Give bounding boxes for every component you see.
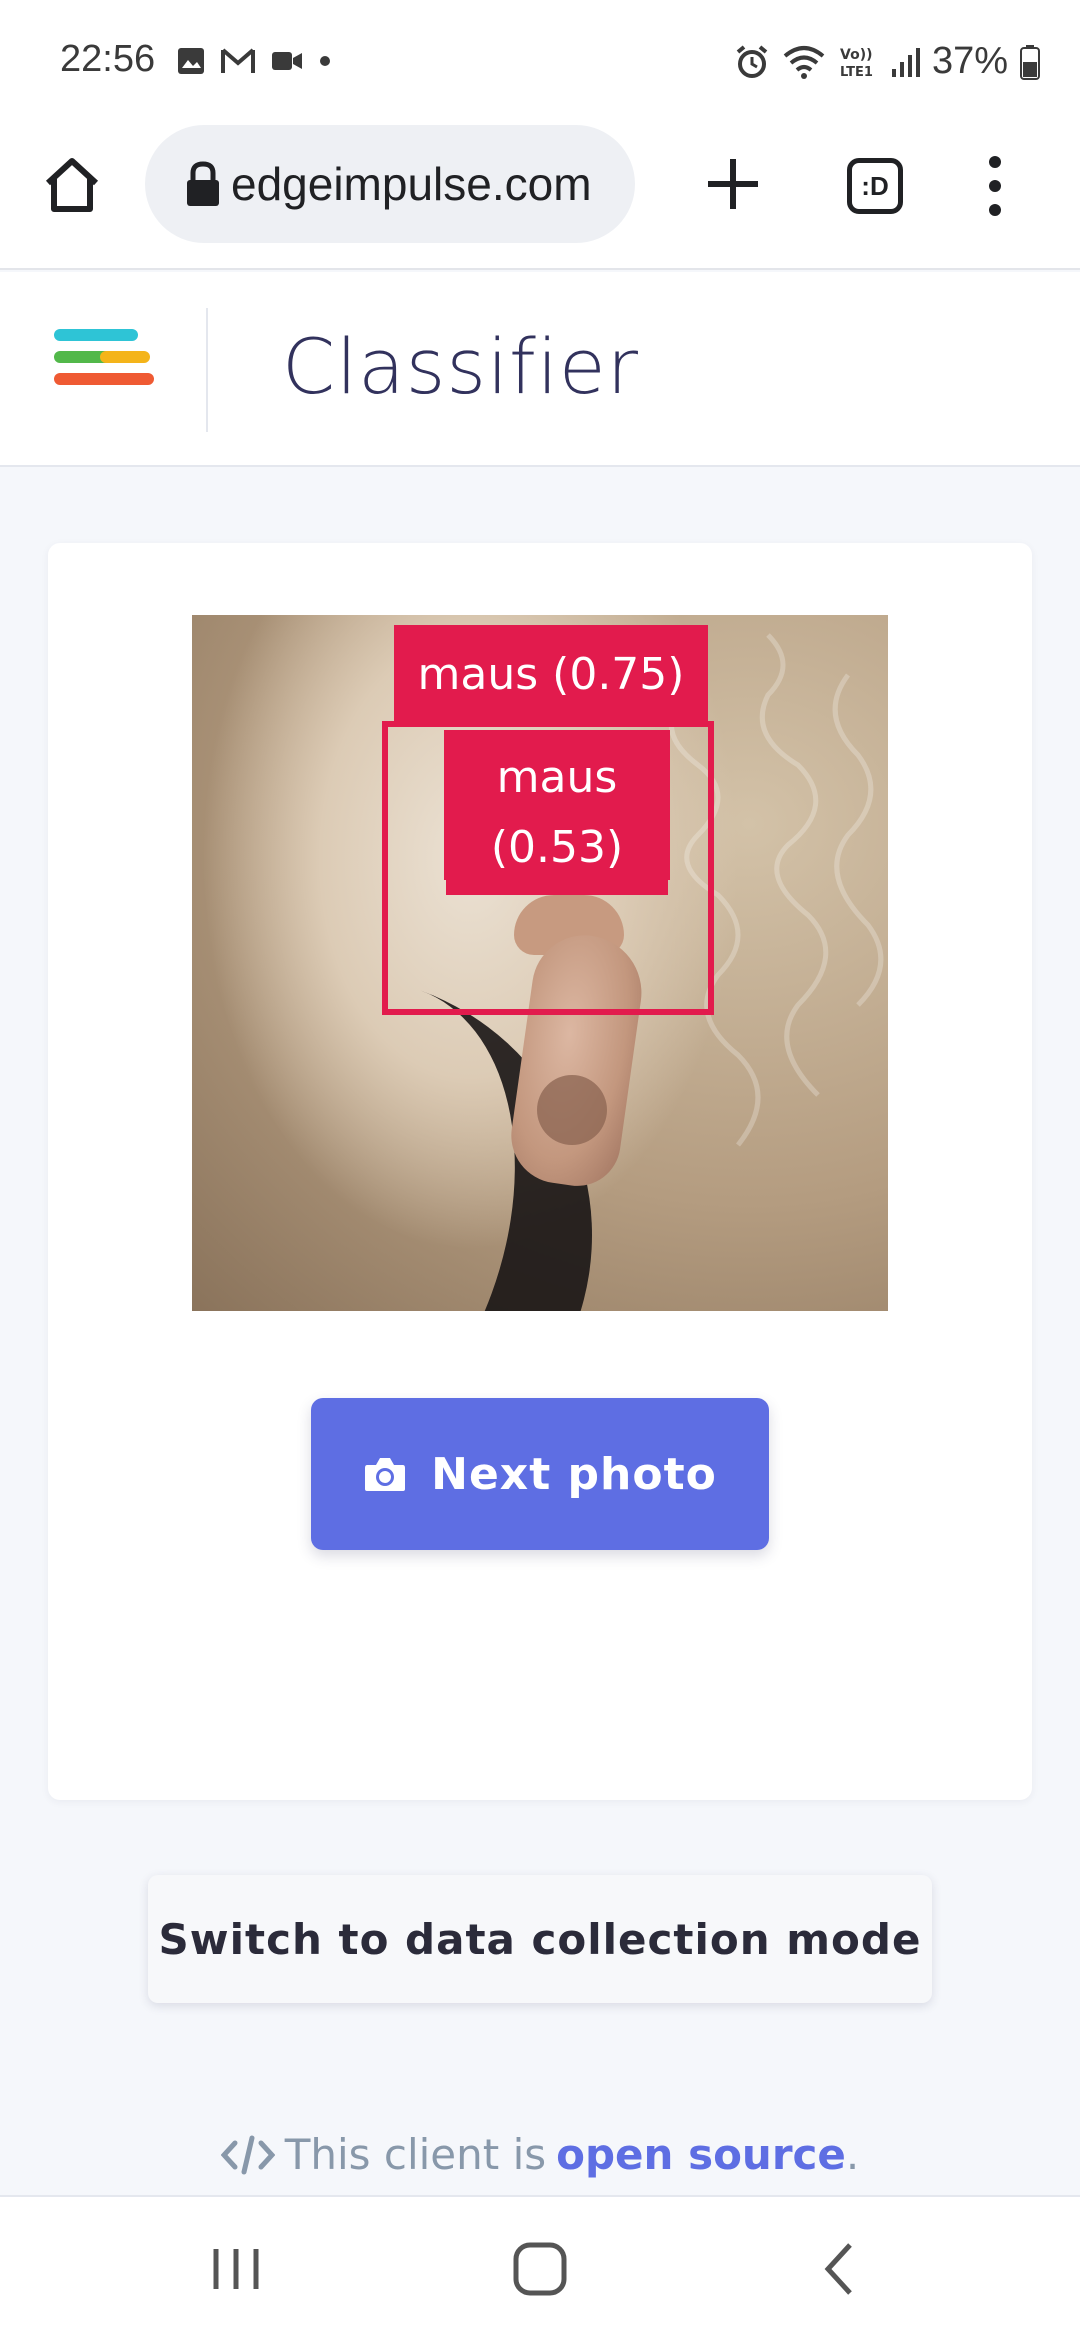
open-source-link[interactable]: open source [556, 2130, 846, 2179]
camera-icon [365, 1458, 406, 1491]
recent-apps-icon[interactable] [204, 2237, 268, 2301]
header-divider [206, 308, 208, 432]
camera-photo: maus (0.75) maus (0.53) [192, 615, 888, 1311]
alarm-icon [736, 44, 768, 78]
page-title: Classifier [282, 322, 639, 411]
address-bar[interactable]: edgeimpulse.com [145, 125, 635, 243]
tab-switcher-label: :D [861, 170, 889, 201]
battery-icon [1020, 44, 1040, 80]
signal-icon [891, 47, 920, 77]
more-menu-icon[interactable] [980, 153, 1010, 219]
status-time: 22:56 [60, 38, 156, 80]
footer-period: . [845, 2130, 860, 2179]
footer-note: This client is open source. [0, 2130, 1080, 2179]
back-icon[interactable] [808, 2237, 872, 2301]
app-header: Classifier [0, 272, 1080, 467]
detection-label: maus (0.75) [394, 625, 708, 725]
battery-percent: 37% [931, 40, 1008, 82]
next-photo-label: Next photo [431, 1448, 717, 1500]
browser-toolbar: edgeimpulse.com :D [0, 125, 1080, 270]
system-nav-bar [0, 2195, 1080, 2340]
video-icon [272, 52, 302, 70]
status-notification-icons [176, 46, 332, 76]
classifier-card: maus (0.75) maus (0.53) Next photo [48, 543, 1032, 1800]
footer-text: This client is [284, 2130, 547, 2179]
tab-switcher-button[interactable]: :D [847, 158, 903, 214]
gallery-icon [178, 48, 204, 74]
edge-impulse-logo[interactable] [52, 327, 156, 407]
volte-icon: Vo)) LTE1 [840, 47, 873, 80]
svg-text:LTE1: LTE1 [840, 65, 873, 80]
code-icon [220, 2135, 275, 2174]
wifi-icon [783, 45, 825, 79]
toy-mouse-spot [537, 1075, 607, 1145]
status-system-icons: Vo)) LTE1 37% [734, 40, 1040, 83]
gmail-icon [221, 48, 255, 73]
switch-mode-button[interactable]: Switch to data collection mode [148, 1875, 932, 2003]
svg-text:Vo)): Vo)) [840, 47, 872, 63]
home-nav-icon[interactable] [508, 2237, 572, 2301]
lock-icon [187, 161, 219, 206]
dot-icon [320, 56, 330, 66]
home-icon[interactable] [40, 153, 104, 217]
url-text[interactable]: edgeimpulse.com [231, 157, 631, 211]
detection-label: maus (0.53) [446, 731, 668, 895]
status-bar: 22:56 Vo)) LTE1 37% [0, 0, 1080, 125]
next-photo-button[interactable]: Next photo [311, 1398, 769, 1550]
new-tab-icon[interactable] [700, 151, 766, 217]
